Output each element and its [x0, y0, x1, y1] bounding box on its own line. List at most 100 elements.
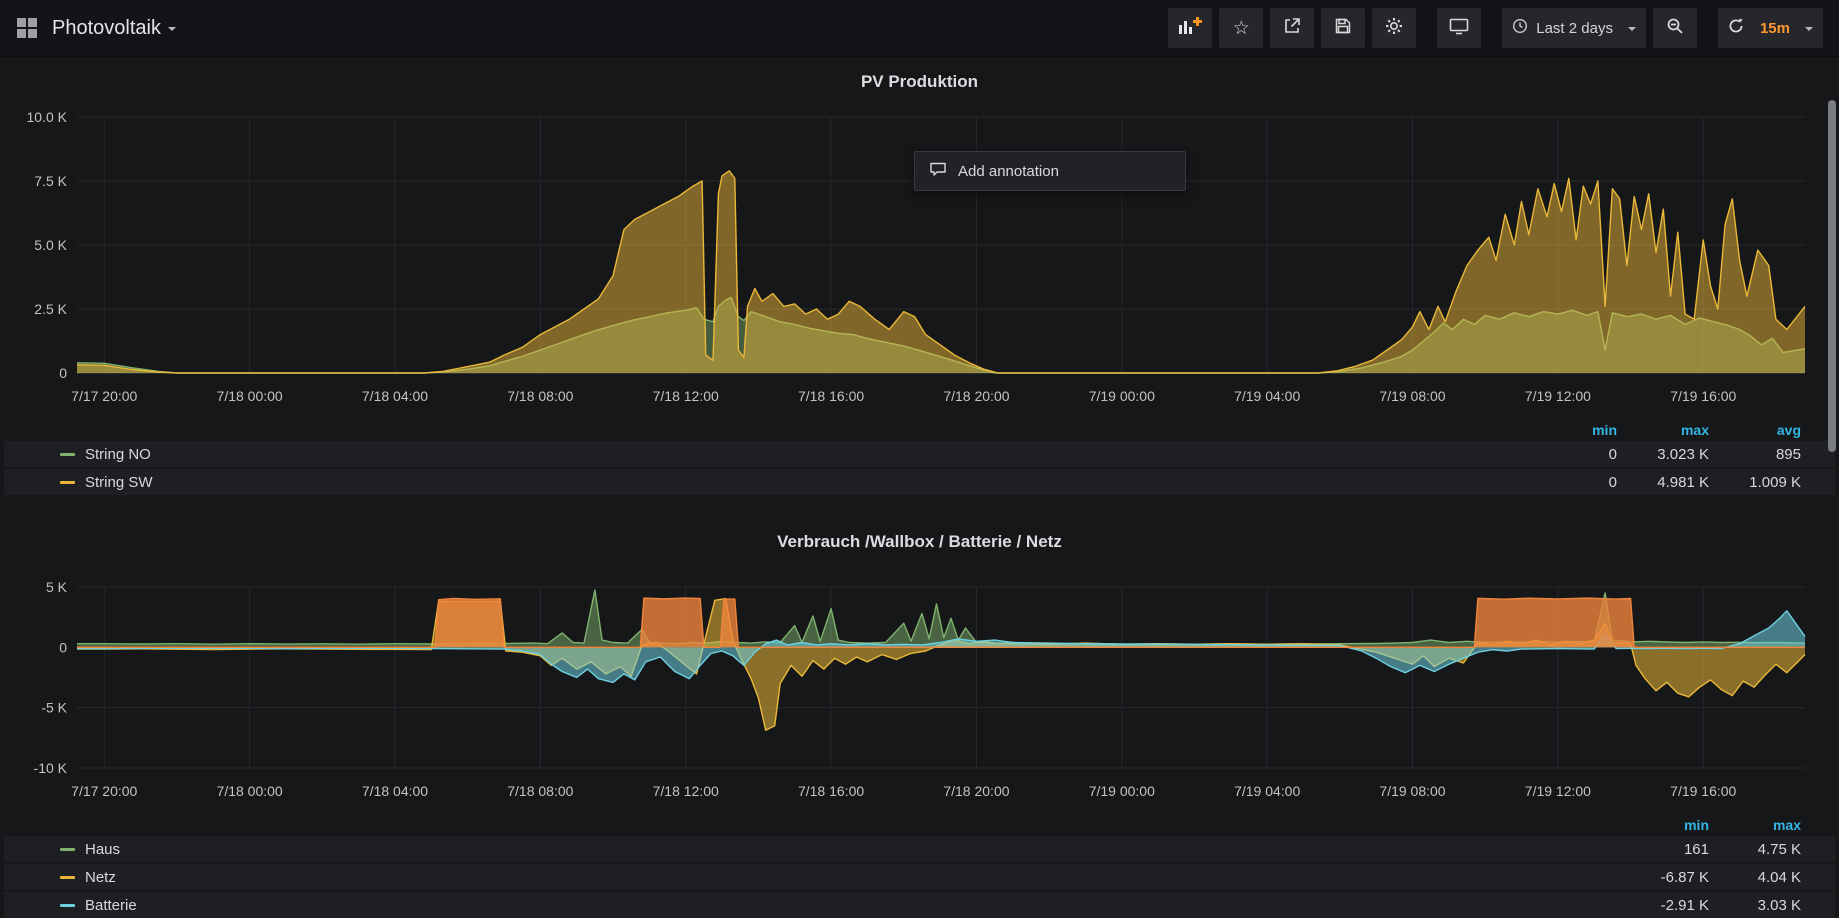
series-area-String SW: [77, 171, 1805, 373]
verbrauch-chart[interactable]: 5 K0-5 K-10 K7/17 20:007/18 00:007/18 04…: [5, 561, 1835, 808]
x-axis-tick-label: 7/18 04:00: [361, 388, 427, 404]
series-swatch[interactable]: [60, 876, 75, 879]
legend-col-min[interactable]: min: [1617, 817, 1709, 833]
legend-header: min max: [4, 814, 1835, 836]
legend-verbrauch: min max Haus 161 4.75 K Netz -6.87 K 4.0…: [4, 814, 1835, 918]
x-axis-tick-label: 7/19 16:00: [1670, 783, 1736, 799]
series-swatch[interactable]: [60, 481, 75, 484]
scrollbar-thumb[interactable]: [1828, 100, 1836, 452]
y-axis-tick-label: 10.0 K: [26, 109, 67, 125]
legend-header: min max avg: [4, 419, 1835, 441]
series-swatch[interactable]: [60, 848, 75, 851]
legend-row-netz: Netz -6.87 K 4.04 K: [4, 864, 1835, 890]
x-axis-tick-label: 7/18 16:00: [797, 783, 863, 799]
legend-col-min[interactable]: min: [1525, 422, 1617, 438]
stat-min: 0: [1525, 446, 1617, 463]
add-panel-icon: [1178, 17, 1202, 40]
series-swatch[interactable]: [60, 453, 75, 456]
time-range-label: Last 2 days: [1536, 20, 1613, 37]
x-axis-tick-label: 7/19 00:00: [1088, 783, 1154, 799]
y-axis-tick-label: -5 K: [41, 700, 67, 716]
share-button[interactable]: [1270, 8, 1314, 48]
chevron-down-icon: [168, 27, 176, 31]
legend-row-string-no: String NO 0 3.023 K 895: [4, 441, 1835, 467]
series-label[interactable]: String NO: [85, 446, 151, 463]
x-axis-tick-label: 7/18 00:00: [216, 783, 282, 799]
comment-icon: [929, 161, 947, 181]
chevron-down-icon: [1805, 27, 1813, 31]
x-axis-tick-label: 7/18 00:00: [216, 388, 282, 404]
y-axis-tick-label: 5.0 K: [34, 237, 67, 253]
y-axis-tick-label: 2.5 K: [34, 301, 67, 317]
y-axis-tick-label: -10 K: [33, 760, 67, 776]
y-axis-tick-label: 0: [59, 365, 67, 381]
scrollbar-track: [1825, 56, 1839, 917]
series-label[interactable]: Haus: [85, 841, 120, 858]
stat-min: 161: [1617, 841, 1709, 858]
panel-title[interactable]: Verbrauch /Wallbox / Batterie / Netz: [0, 531, 1839, 553]
add-annotation-label: Add annotation: [958, 163, 1059, 180]
time-range-picker[interactable]: Last 2 days: [1502, 8, 1646, 48]
x-axis-tick-label: 7/17 20:00: [71, 388, 137, 404]
legend-col-avg[interactable]: avg: [1709, 422, 1801, 438]
x-axis-tick-label: 7/19 00:00: [1088, 388, 1154, 404]
add-annotation-menu-item[interactable]: Add annotation: [914, 151, 1186, 191]
star-button[interactable]: ☆: [1219, 8, 1263, 48]
legend-row-haus: Haus 161 4.75 K: [4, 836, 1835, 862]
x-axis-tick-label: 7/18 08:00: [507, 388, 573, 404]
refresh-button[interactable]: 15m: [1718, 8, 1823, 48]
y-axis-tick-label: 5 K: [45, 579, 67, 595]
navbar: Photovoltaik ☆: [0, 0, 1839, 57]
stat-max: 3.023 K: [1617, 446, 1709, 463]
cycle-view-button[interactable]: [1437, 8, 1481, 48]
x-axis-tick-label: 7/19 12:00: [1524, 388, 1590, 404]
x-axis-tick-label: 7/19 04:00: [1234, 783, 1300, 799]
x-axis-tick-label: 7/18 08:00: [507, 783, 573, 799]
stat-avg: 895: [1709, 446, 1801, 463]
y-axis-tick-label: 7.5 K: [34, 173, 67, 189]
panel-title[interactable]: PV Produktion: [0, 71, 1839, 93]
share-icon: [1283, 17, 1301, 40]
grid-icon[interactable]: [16, 17, 38, 39]
legend-row-batterie: Batterie -2.91 K 3.03 K: [4, 892, 1835, 918]
stat-min: 0: [1525, 474, 1617, 491]
zoom-out-button[interactable]: [1653, 8, 1697, 48]
save-button[interactable]: [1321, 8, 1365, 48]
stat-max: 4.04 K: [1709, 869, 1801, 886]
panel-pv-produktion: PV Produktion 10.0 K7.5 K5.0 K2.5 K07/17…: [0, 71, 1839, 495]
x-axis-tick-label: 7/18 20:00: [943, 783, 1009, 799]
refresh-interval-dropdown[interactable]: 15m: [1760, 20, 1790, 37]
x-axis-tick-label: 7/19 12:00: [1524, 783, 1590, 799]
stat-max: 3.03 K: [1709, 897, 1801, 914]
chevron-down-icon: [1628, 27, 1636, 31]
panel-verbrauch: Verbrauch /Wallbox / Batterie / Netz 5 K…: [0, 531, 1839, 918]
x-axis-tick-label: 7/19 08:00: [1379, 388, 1445, 404]
series-label[interactable]: Batterie: [85, 897, 137, 914]
x-axis-tick-label: 7/18 12:00: [652, 388, 718, 404]
x-axis-tick-label: 7/18 16:00: [797, 388, 863, 404]
settings-button[interactable]: [1372, 8, 1416, 48]
pv-produktion-chart[interactable]: 10.0 K 7.5 K 5.0 K 2.5 K 07/17 20:00 7/18 00:…: [5, 97, 1835, 413]
series-label[interactable]: Netz: [85, 869, 116, 886]
x-axis-tick-label: 7/18 04:00: [361, 783, 427, 799]
add-panel-button[interactable]: [1168, 8, 1212, 48]
stat-min: -6.87 K: [1617, 869, 1709, 886]
x-axis-tick-label: 7/19 04:00: [1234, 388, 1300, 404]
monitor-icon: [1449, 17, 1469, 40]
legend-col-max[interactable]: max: [1709, 817, 1801, 833]
x-axis-tick-label: 7/19 08:00: [1379, 783, 1445, 799]
legend-row-string-sw: String SW 0 4.981 K 1.009 K: [4, 469, 1835, 495]
x-axis-tick-label: 7/18 12:00: [652, 783, 718, 799]
dashboard-title-dropdown[interactable]: Photovoltaik: [50, 17, 176, 40]
refresh-icon: [1728, 18, 1744, 38]
legend-col-max[interactable]: max: [1617, 422, 1709, 438]
zoom-out-icon: [1666, 17, 1684, 40]
stat-avg: 1.009 K: [1709, 474, 1801, 491]
series-swatch[interactable]: [60, 904, 75, 907]
stat-max: 4.981 K: [1617, 474, 1709, 491]
navbar-actions: ☆: [1168, 8, 1823, 48]
x-axis-tick-label: 7/18 20:00: [943, 388, 1009, 404]
save-icon: [1334, 17, 1352, 40]
y-axis-tick-label: 0: [59, 639, 67, 655]
series-label[interactable]: String SW: [85, 474, 153, 491]
